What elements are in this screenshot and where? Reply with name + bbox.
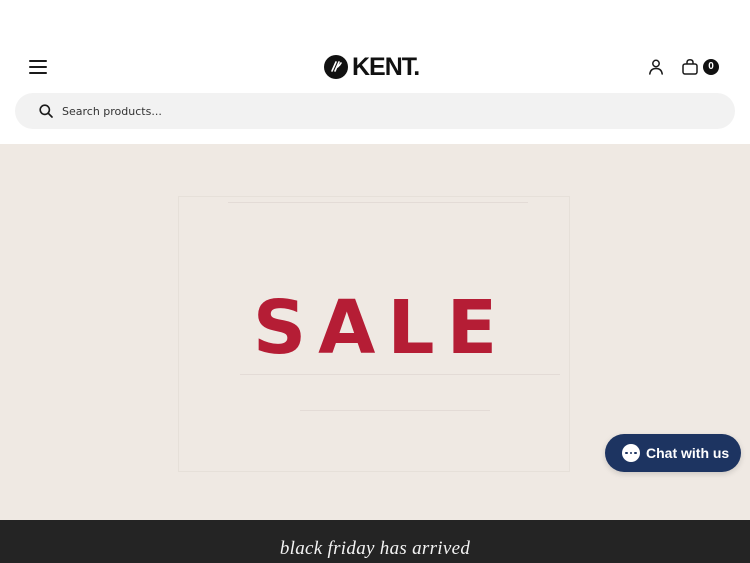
chat-button[interactable]: Chat with us [605, 434, 741, 472]
search-icon[interactable] [38, 103, 54, 119]
announcement-banner[interactable]: black friday has arrived [0, 520, 750, 563]
search-bar [15, 93, 735, 129]
logo-text: KENT. [352, 53, 420, 81]
kent-logo-mark-icon [324, 55, 348, 79]
banner-text: black friday has arrived [279, 538, 471, 559]
ghost-line [300, 410, 490, 411]
hamburger-menu-icon[interactable] [27, 57, 49, 77]
user-icon[interactable] [646, 57, 666, 77]
brand-logo[interactable]: KENT. [324, 53, 420, 81]
ghost-line [228, 202, 528, 203]
cart-count-badge[interactable]: 0 [703, 59, 719, 75]
sale-headline: SALE [252, 285, 510, 371]
shopping-bag-icon[interactable] [680, 57, 700, 77]
ghost-line [240, 374, 560, 375]
site-header: KENT. 0 [0, 44, 750, 90]
chat-label: Chat with us [646, 445, 730, 461]
search-input[interactable] [60, 93, 720, 129]
chat-bubble-icon [622, 444, 640, 462]
page: KENT. 0 SALE [0, 0, 750, 563]
